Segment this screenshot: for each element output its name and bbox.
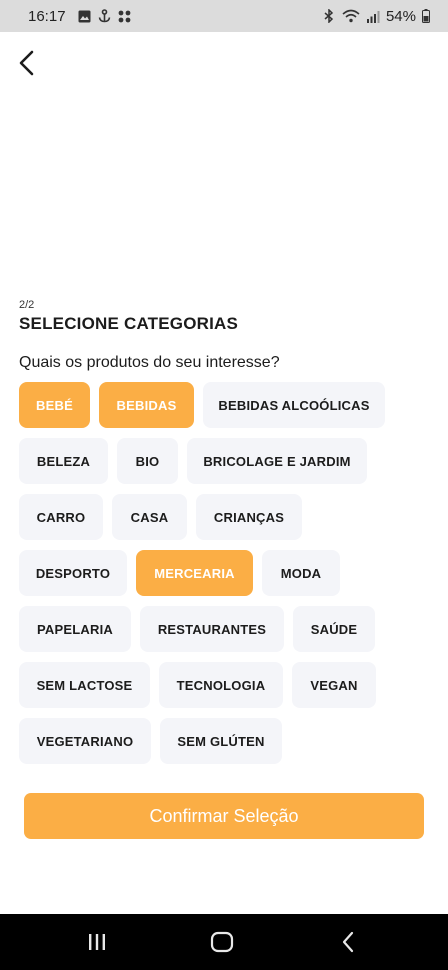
home-button[interactable] — [208, 928, 236, 956]
category-chip-tecnologia[interactable]: TECNOLOGIA — [159, 662, 283, 708]
category-chip-vegan[interactable]: VEGAN — [292, 662, 376, 708]
status-time: 16:17 — [28, 7, 66, 25]
category-chip-papelaria[interactable]: PAPELARIA — [19, 606, 131, 652]
category-chip-saude[interactable]: SAÚDE — [293, 606, 375, 652]
confirm-selection-button[interactable]: Confirmar Seleção — [24, 793, 424, 839]
wifi-icon — [342, 9, 360, 23]
signal-icon — [366, 9, 380, 23]
battery-percent: 54% — [385, 7, 416, 25]
bluetooth-icon — [322, 9, 336, 23]
category-chip-bebidas-alcoolicas[interactable]: BEBIDAS ALCOÓLICAS — [203, 382, 385, 428]
step-indicator: 2/2 — [19, 299, 35, 311]
category-chip-casa[interactable]: CASA — [112, 494, 187, 540]
category-chip-desporto[interactable]: DESPORTO — [19, 550, 127, 596]
back-button[interactable] — [12, 48, 42, 78]
navigation-bar — [0, 914, 448, 970]
home-icon — [210, 931, 234, 953]
category-chip-mercearia[interactable]: MERCEARIA — [136, 550, 253, 596]
page-title: SELECIONE CATEGORIAS — [19, 314, 239, 333]
recent-apps-icon — [89, 934, 105, 950]
back-icon — [342, 931, 354, 953]
question-text: Quais os produtos do seu interesse? — [19, 354, 280, 371]
category-chip-bricolage-e-jardim[interactable]: BRICOLAGE E JARDIM — [187, 438, 367, 484]
anchor-icon — [98, 9, 112, 23]
category-chip-moda[interactable]: MODA — [262, 550, 340, 596]
grid-icon — [118, 9, 132, 23]
system-back-button[interactable] — [334, 928, 362, 956]
category-chip-sem-lactose[interactable]: SEM LACTOSE — [19, 662, 150, 708]
category-chip-carro[interactable]: CARRO — [19, 494, 103, 540]
recent-apps-button[interactable] — [83, 928, 111, 956]
category-chip-bebe[interactable]: BEBÉ — [19, 382, 90, 428]
chevron-left-icon — [19, 50, 34, 76]
image-icon — [78, 9, 92, 23]
status-bar: 16:17 54% — [0, 0, 448, 32]
category-chip-bebidas[interactable]: BEBIDAS — [99, 382, 194, 428]
category-chip-bio[interactable]: BIO — [117, 438, 178, 484]
category-chip-sem-gluten[interactable]: SEM GLÚTEN — [160, 718, 282, 764]
status-left: 16:17 — [28, 8, 132, 25]
category-chip-criancas[interactable]: CRIANÇAS — [196, 494, 302, 540]
status-right: 54% — [322, 8, 430, 25]
battery-icon — [422, 9, 430, 23]
category-chip-beleza[interactable]: BELEZA — [19, 438, 108, 484]
category-chip-restaurantes[interactable]: RESTAURANTES — [140, 606, 284, 652]
category-chip-vegetariano[interactable]: VEGETARIANO — [19, 718, 151, 764]
